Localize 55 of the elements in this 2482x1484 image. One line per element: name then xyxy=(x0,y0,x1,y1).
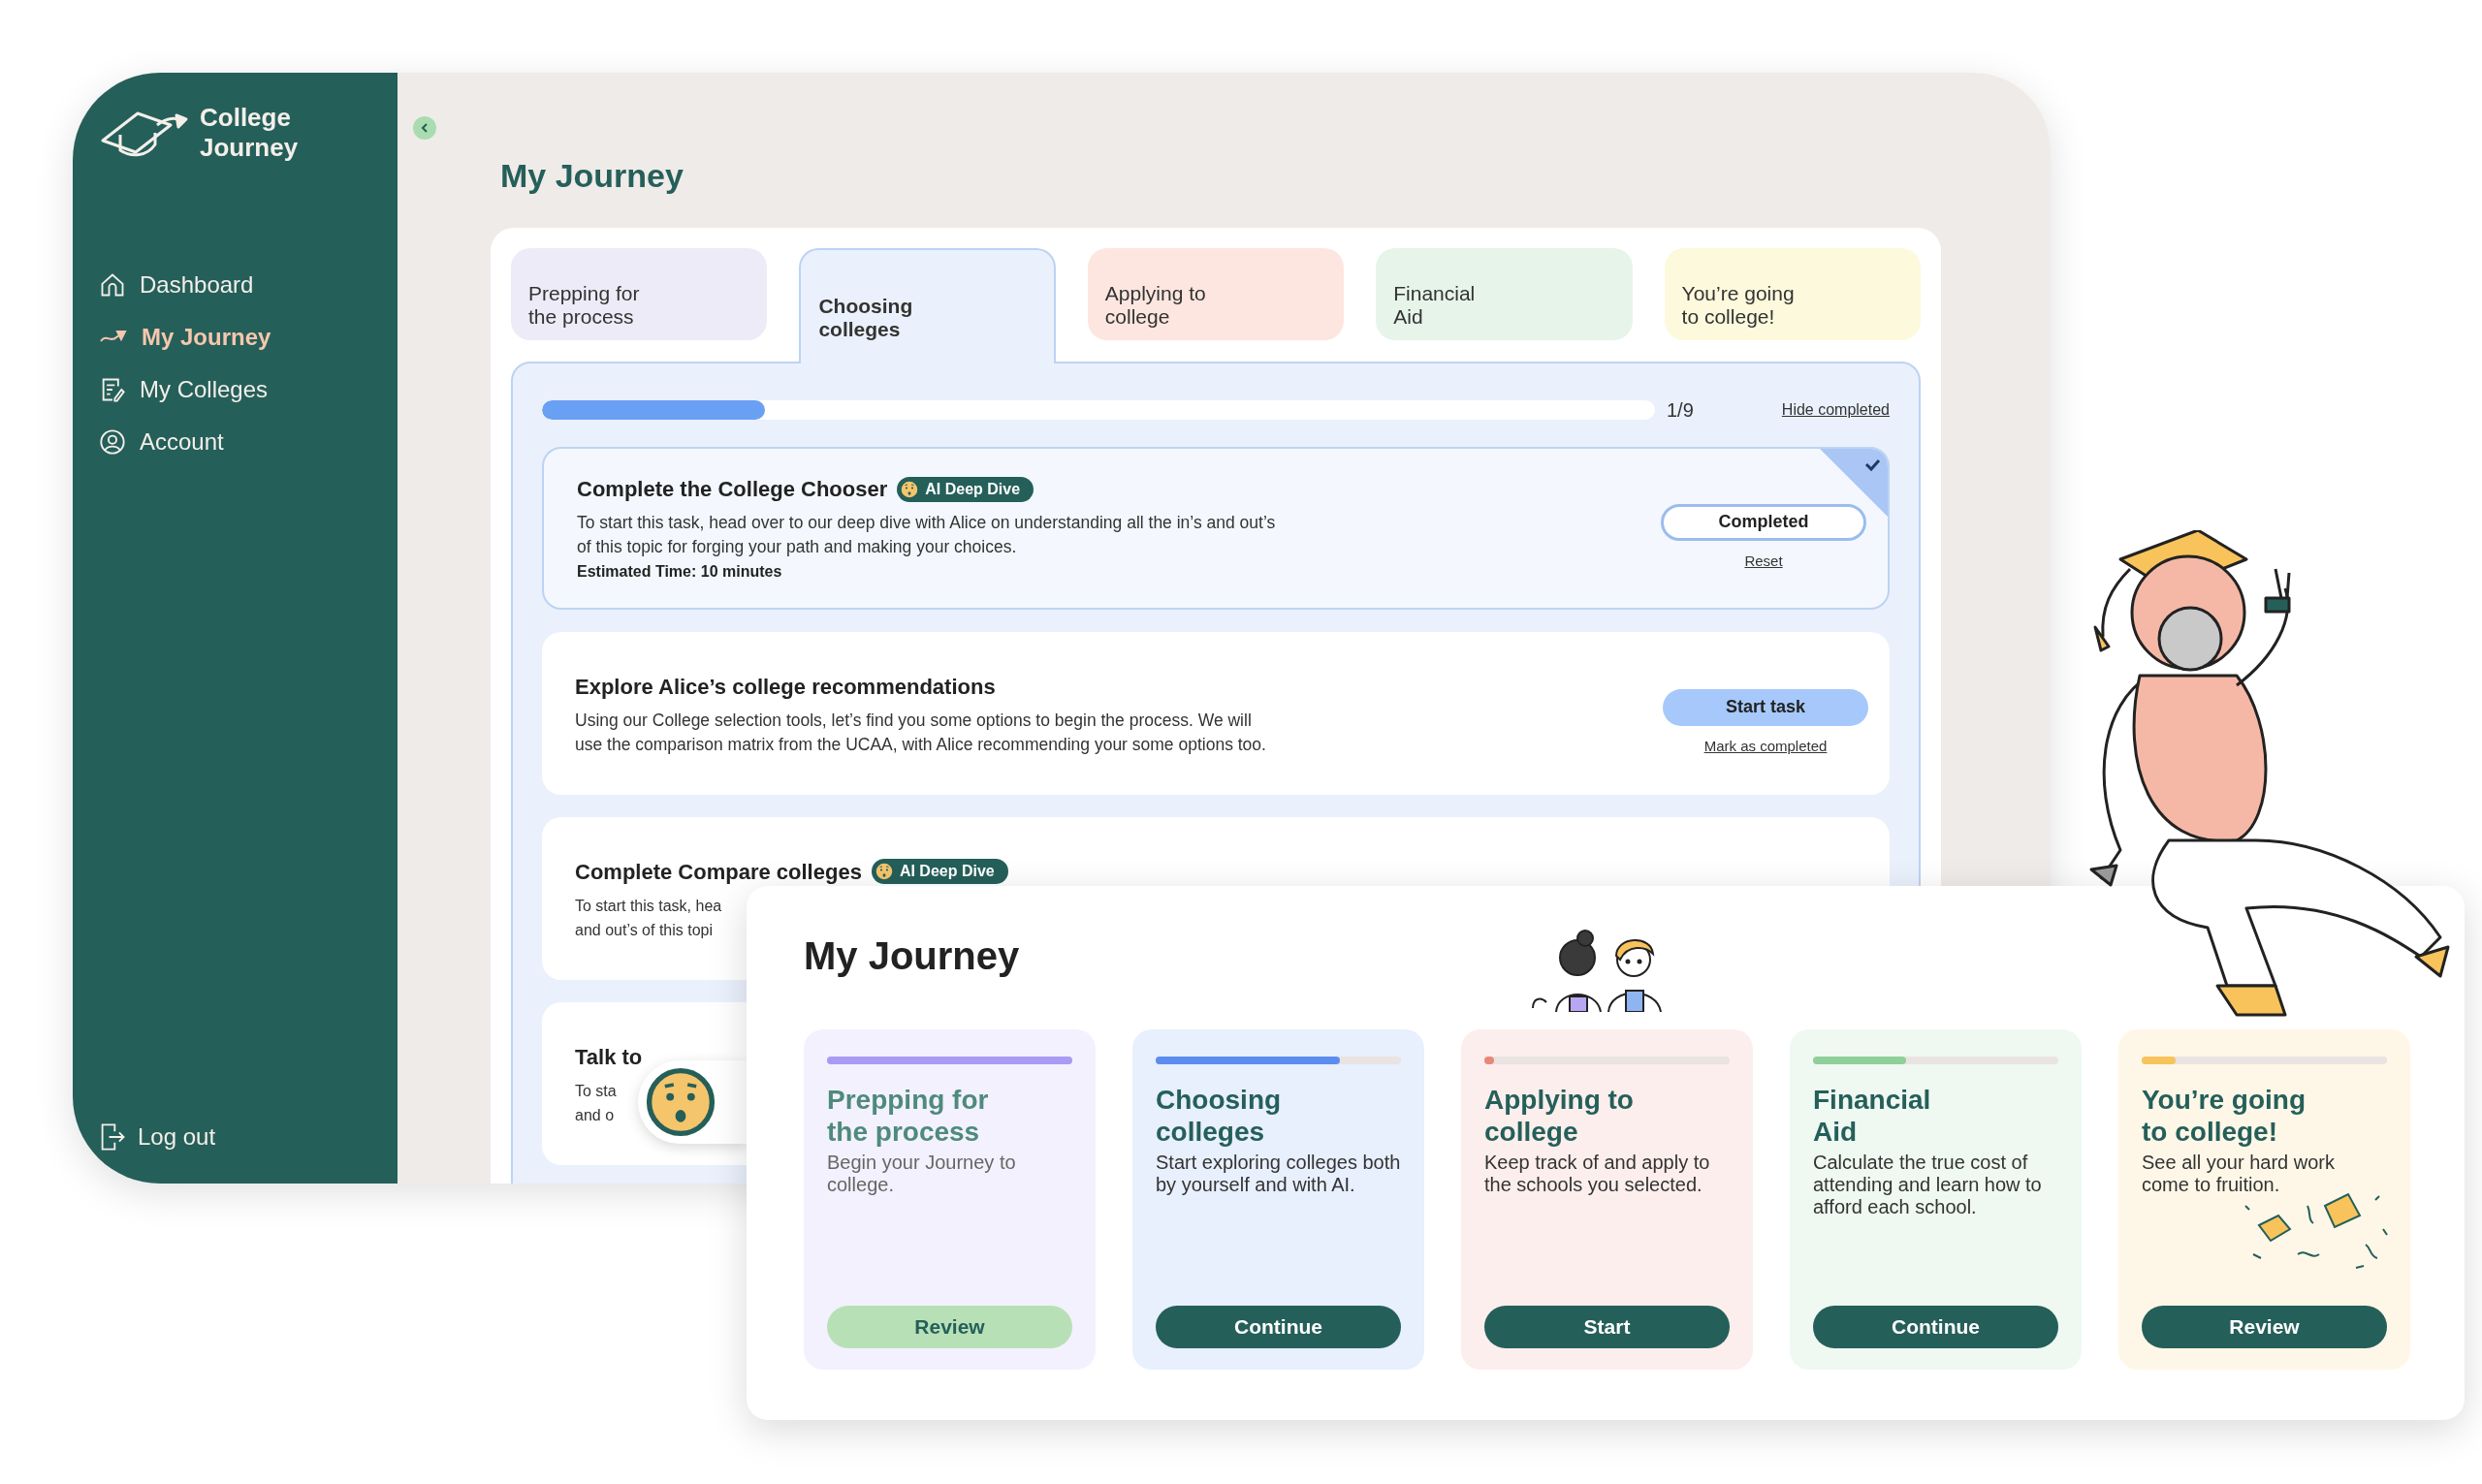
task-title: Complete the College Chooser xyxy=(577,476,888,503)
brand-name: College Journey xyxy=(200,103,299,163)
stage-button[interactable]: Start xyxy=(1484,1306,1730,1348)
overview-title: My Journey xyxy=(804,933,1020,979)
stage-tab[interactable]: Choosing colleges xyxy=(799,248,1056,363)
logout-link[interactable]: Log out xyxy=(99,1120,398,1154)
task-title: Complete Compare colleges xyxy=(575,858,862,886)
task-description-line: and o xyxy=(575,1105,615,1125)
stage-button[interactable]: Continue xyxy=(1813,1306,2058,1348)
reset-link[interactable]: Reset xyxy=(1744,550,1783,573)
stage-tab[interactable]: Financial Aid xyxy=(1376,248,1633,340)
face-icon xyxy=(874,862,894,881)
home-icon xyxy=(99,271,126,299)
face-icon xyxy=(900,479,920,499)
task-description-line: To start this task, hea xyxy=(575,896,722,916)
stage-tab[interactable]: Applying to college xyxy=(1087,248,1345,340)
stage-title: Choosing colleges xyxy=(1156,1084,1283,1148)
stage-button[interactable]: Review xyxy=(2142,1306,2387,1348)
task-title: Talk to xyxy=(575,1043,643,1071)
stage-description: Start exploring colleges both by yourself and with AI. xyxy=(1156,1152,1401,1196)
stage-tab[interactable]: Prepping for the process xyxy=(511,248,768,340)
task-description-line: To sta xyxy=(575,1081,617,1101)
start-task-button[interactable]: Start task xyxy=(1663,688,1868,726)
stage-title: Applying to college xyxy=(1484,1084,1635,1148)
stage-title: Prepping for the process xyxy=(827,1084,990,1148)
estimated-time: Estimated Time: 10 minutes xyxy=(577,562,783,582)
task-description: To start this task, head over to our deep dive with Alice on understanding all the in’s and out’s of this topic for forging your path and making your choices. xyxy=(577,512,1277,558)
stage-title: Financial Aid xyxy=(1813,1084,1932,1148)
completed-button[interactable]: Completed xyxy=(1661,503,1866,541)
sidebar-item[interactable]: My Journey xyxy=(99,322,398,353)
task-title: Explore Alice’s college recommendations xyxy=(575,673,996,701)
ai-badge: AI Deep Dive xyxy=(897,476,1034,502)
sidebar-item[interactable]: Dashboard xyxy=(99,269,398,300)
stage-title: You’re going to college! xyxy=(2142,1084,2307,1148)
stage-button[interactable]: Continue xyxy=(1156,1306,1401,1348)
stage-description: Keep track of and apply to the schools you selected. xyxy=(1484,1152,1711,1196)
user-icon xyxy=(99,428,126,456)
progress-count: 1/9 xyxy=(1667,398,1694,423)
task-description-line: and out’s of this topi xyxy=(575,920,714,940)
stage-tab[interactable]: You’re going to college! xyxy=(1664,248,1921,340)
mark-completed-link[interactable]: Mark as completed xyxy=(1703,735,1828,758)
collapse-button[interactable] xyxy=(413,116,436,140)
ai-badge: AI Deep Dive xyxy=(871,859,1008,884)
logout-icon xyxy=(99,1122,126,1152)
sidebar-item[interactable]: My Colleges xyxy=(99,374,398,405)
stage-button[interactable]: Review xyxy=(827,1306,1072,1348)
hide-completed-link[interactable]: Hide completed xyxy=(1781,398,1890,422)
page-title: My Journey xyxy=(500,156,684,196)
task-description: Using our College selection tools, let’s find you some options to begin the process. We will use the comparison matrix from the UCAA, with Alice recommending your some options too. xyxy=(575,709,1267,756)
stage-description: See all your hard work come to fruition. xyxy=(2142,1152,2336,1196)
face-icon xyxy=(646,1067,716,1137)
stage-description: Calculate the true cost of attending and learn how to afford each school. xyxy=(1813,1152,2043,1218)
stage-description: Begin your Journey to college. xyxy=(827,1152,1017,1196)
chevron-left-icon xyxy=(419,122,430,134)
sidebar-item[interactable]: Account xyxy=(99,426,398,458)
